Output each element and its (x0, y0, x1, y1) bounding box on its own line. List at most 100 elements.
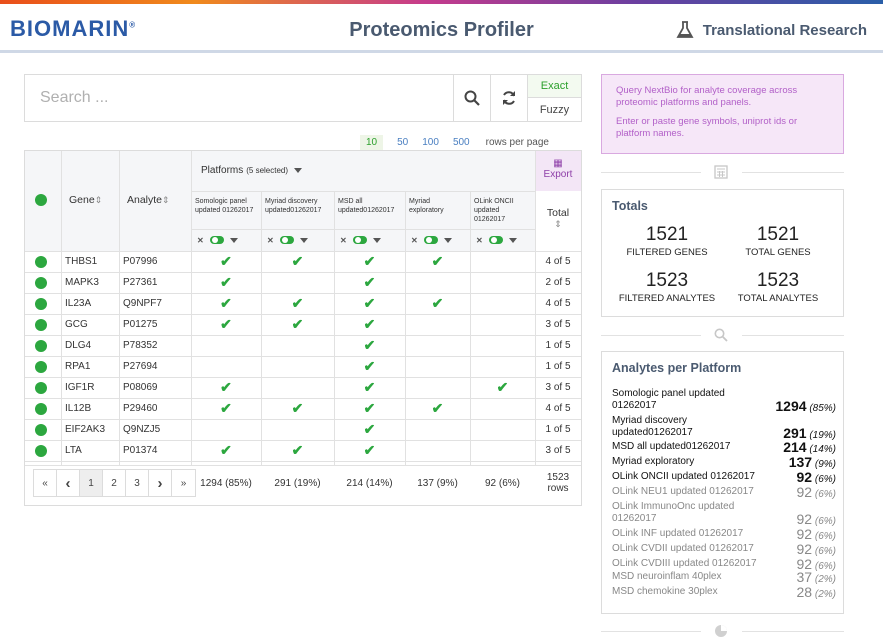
column-divider (470, 191, 471, 465)
analyte-cell[interactable]: P27361 (123, 272, 191, 293)
gene-cell[interactable]: IL23A (65, 293, 119, 314)
refresh-button[interactable] (490, 75, 526, 121)
search-input[interactable] (25, 75, 453, 121)
platform-list-item[interactable]: Somologic panel updated 01262017 1294 (85… (612, 388, 836, 414)
platform-list-item[interactable]: Myriad exploratory 137 (9%) (612, 454, 836, 470)
toggle-switch[interactable] (279, 236, 294, 244)
row-select-dot[interactable] (35, 276, 49, 290)
remove-icon[interactable]: ✕ (340, 236, 347, 245)
toggle-switch[interactable] (423, 236, 438, 244)
row-select-dot[interactable] (35, 360, 49, 374)
platform-column-header[interactable]: MSD all updated01262017 (338, 197, 401, 227)
chevron-down-icon[interactable] (229, 237, 238, 243)
row-select-dot[interactable] (35, 339, 49, 353)
platform-list-item[interactable]: OLink NEU1 updated 01262017 92 (6%) (612, 484, 836, 500)
pager-page-1[interactable]: 1 (80, 470, 103, 496)
platform-list-item[interactable]: OLink CVDII updated 01262017 92 (6%) (612, 541, 836, 557)
row-select-dot[interactable] (35, 381, 49, 395)
platform-list-item[interactable]: OLink INF updated 01262017 92 (6%) (612, 526, 836, 542)
analyte-cell[interactable]: Q9NZJ5 (123, 419, 191, 440)
rpp-option-500[interactable]: 500 (453, 137, 470, 148)
gene-cell[interactable]: THBS1 (65, 251, 119, 272)
platform-column-header[interactable]: Myriad exploratory (409, 197, 466, 227)
platform-list-item[interactable]: Myriad discovery updated01262017 291 (19%… (612, 415, 836, 441)
chevron-down-icon[interactable] (443, 237, 452, 243)
analyte-column-header[interactable]: Analyte ⇕ (127, 192, 191, 208)
platform-list-item[interactable]: MSD neuroinflam 40plex 37 (2%) (612, 569, 836, 585)
analyte-cell[interactable]: P01275 (123, 314, 191, 335)
platform-list-item[interactable]: OLink ONCII updated 01262017 92 (6%) (612, 469, 836, 485)
total-value: 1523 (645, 270, 689, 291)
platform-count-cell: 137 (9%) (417, 477, 458, 489)
pager-page-3[interactable]: 3 (126, 470, 149, 496)
pager-next-button[interactable]: › (149, 470, 172, 496)
remove-icon[interactable]: ✕ (476, 236, 483, 245)
check-icon: ✔ (220, 442, 232, 458)
gene-cell[interactable]: IGF1R (65, 377, 119, 398)
gene-column-header[interactable]: Gene ⇕ (69, 192, 119, 208)
search-button[interactable] (453, 75, 489, 121)
chevron-down-icon[interactable] (372, 237, 381, 243)
row-select-dot[interactable] (35, 444, 49, 458)
select-all-dot[interactable] (35, 193, 49, 207)
row-select-dot[interactable] (35, 318, 49, 332)
platform-count: 92 (6%) (797, 469, 836, 485)
analyte-cell[interactable]: P07996 (123, 251, 191, 272)
rpp-option-100[interactable]: 100 (422, 137, 439, 148)
platforms-label: Platforms (201, 164, 244, 176)
gene-cell[interactable]: LTA (65, 440, 119, 461)
analyte-cell[interactable]: P29460 (123, 398, 191, 419)
analyte-cell[interactable]: P78352 (123, 335, 191, 356)
gene-cell[interactable]: DLG4 (65, 335, 119, 356)
platform-count-cell: 214 (14%) (346, 477, 393, 489)
export-button[interactable]: ▦ Export (535, 159, 581, 183)
gene-cell[interactable]: IL12B (65, 398, 119, 419)
search-bar: Exact Fuzzy (24, 74, 582, 122)
check-icon: ✔ (220, 253, 232, 269)
toggle-switch[interactable] (352, 236, 367, 244)
translational-research-link[interactable]: Translational Research (675, 20, 867, 40)
platforms-dropdown[interactable]: Platforms (5 selected) (201, 163, 341, 177)
gene-cell[interactable]: RPA1 (65, 356, 119, 377)
total-cell: 1 of 5 (545, 340, 571, 351)
remove-icon[interactable]: ✕ (267, 236, 274, 245)
row-select-dot[interactable] (35, 297, 49, 311)
platform-list-item[interactable]: MSD chemokine 30plex 28 (2%) (612, 584, 836, 600)
platform-column-header[interactable]: Somologic panel updated 01262017 (195, 197, 257, 227)
analyte-cell[interactable]: P27694 (123, 356, 191, 377)
gene-cell[interactable]: GCG (65, 314, 119, 335)
remove-icon[interactable]: ✕ (197, 236, 204, 245)
platform-column-header[interactable]: Myriad discovery updated01262017 (265, 197, 330, 227)
total-column-header[interactable]: Total ⇕ (535, 207, 581, 233)
pager-page-2[interactable]: 2 (103, 470, 126, 496)
gene-cell[interactable]: EIF2AK3 (65, 419, 119, 440)
row-select-dot[interactable] (35, 402, 49, 416)
exact-toggle[interactable]: Exact (527, 75, 581, 98)
chevron-down-icon[interactable] (508, 237, 517, 243)
total-filtered-genes: 1521 FILTERED GENES (612, 224, 722, 258)
platform-list-item[interactable]: OLink ImmunoOnc updated 01262017 92 (6%) (612, 501, 836, 527)
analyte-cell[interactable]: P01374 (123, 440, 191, 461)
analyte-cell[interactable]: Q9NPF7 (123, 293, 191, 314)
chevron-down-icon (294, 167, 303, 173)
platform-list-item[interactable]: MSD all updated01262017 214 (14%) (612, 439, 836, 455)
toggle-switch[interactable] (488, 236, 503, 244)
pager-prev-button[interactable]: ‹ (57, 470, 80, 496)
pager-last-button[interactable]: » (172, 470, 195, 496)
status-dot (35, 445, 47, 457)
row-select-dot[interactable] (35, 423, 49, 437)
row-select-dot[interactable] (35, 255, 49, 269)
chevron-down-icon[interactable] (299, 237, 308, 243)
analyte-cell[interactable]: P08069 (123, 377, 191, 398)
platform-column-header[interactable]: OLink ONCII updated 01262017 (474, 197, 531, 227)
fuzzy-toggle[interactable]: Fuzzy (527, 98, 581, 121)
toggle-switch[interactable] (209, 236, 224, 244)
platform-name: OLink CVDIII updated 01262017 (612, 558, 757, 569)
remove-icon[interactable]: ✕ (411, 236, 418, 245)
divider (742, 335, 844, 336)
gene-cell[interactable]: MAPK3 (65, 272, 119, 293)
rpp-option-50[interactable]: 50 (397, 137, 408, 148)
rpp-option-10[interactable]: 10 (360, 135, 384, 150)
status-dot (35, 424, 47, 436)
pager-first-button[interactable]: « (34, 470, 57, 496)
